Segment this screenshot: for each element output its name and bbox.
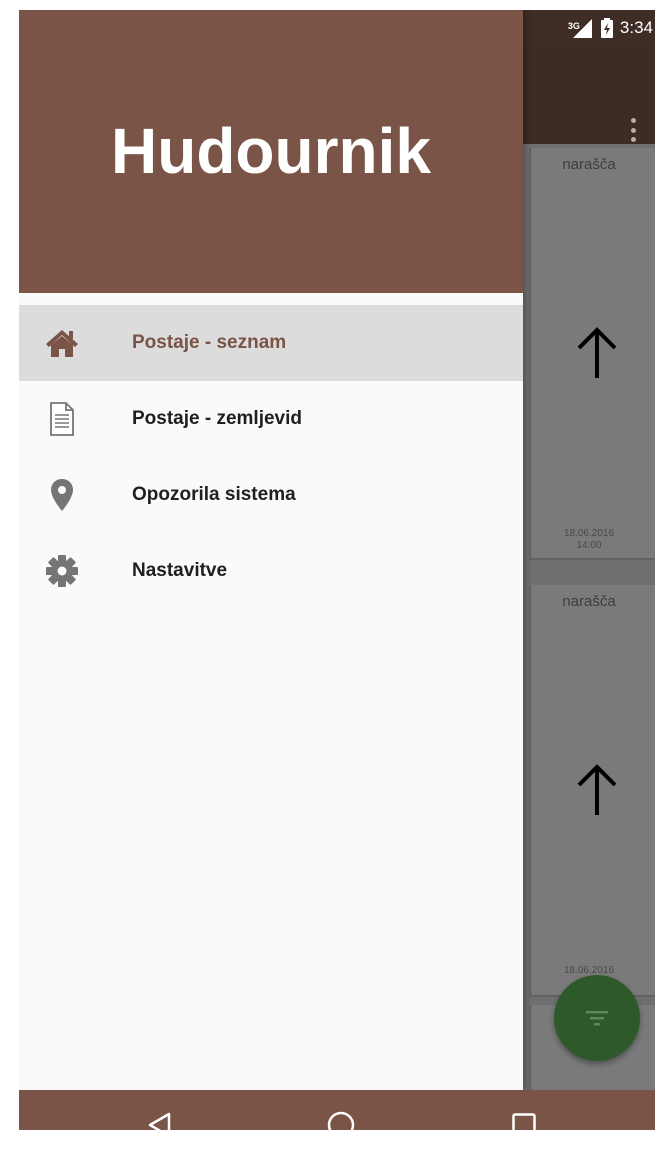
- station-card[interactable]: narašča 18.06.2016 14:00: [529, 148, 655, 560]
- home-icon: [45, 326, 79, 360]
- arrow-up-icon: [577, 327, 617, 378]
- battery-icon: [600, 18, 613, 38]
- arrow-up-icon: [577, 764, 617, 815]
- menu-item-station-list[interactable]: Postaje - seznam: [19, 305, 523, 381]
- document-icon: [45, 402, 79, 436]
- home-circle-icon: [327, 1111, 355, 1130]
- measurement-date: 18.06.2016: [563, 528, 615, 539]
- home-button[interactable]: [306, 1090, 376, 1130]
- menu-item-settings[interactable]: Nastavitve: [19, 533, 523, 609]
- trend-status: narašča: [562, 156, 616, 173]
- recents-icon: [512, 1113, 536, 1130]
- trend-status: narašča: [562, 593, 616, 610]
- system-navigation-bar: [19, 1090, 655, 1130]
- menu-item-label: Opozorila sistema: [132, 484, 296, 505]
- app-title: Hudournik: [111, 115, 431, 187]
- recents-button[interactable]: [489, 1090, 559, 1130]
- menu-item-label: Postaje - seznam: [132, 332, 287, 353]
- navigation-drawer: Hudournik Postaje - seznam Postaje - zem…: [19, 10, 523, 1090]
- menu-item-label: Nastavitve: [132, 560, 228, 581]
- signal-icon: 3G: [568, 17, 594, 39]
- measurement-time: 14:00: [576, 540, 602, 551]
- overflow-menu-icon[interactable]: [627, 112, 639, 148]
- menu-item-label: Postaje - zemljevid: [132, 408, 303, 429]
- filter-icon: [586, 1011, 608, 1026]
- gear-icon: [45, 554, 79, 588]
- back-icon: [148, 1112, 171, 1130]
- drawer-menu: Postaje - seznam Postaje - zemljevid Opo…: [19, 305, 523, 609]
- menu-item-station-map[interactable]: Postaje - zemljevid: [19, 381, 523, 457]
- menu-item-system-alerts[interactable]: Opozorila sistema: [19, 457, 523, 533]
- station-card[interactable]: narašča 18.06.2016: [529, 585, 655, 997]
- drawer-header: Hudournik: [19, 10, 523, 293]
- location-pin-icon: [45, 478, 79, 512]
- back-button[interactable]: [125, 1090, 195, 1130]
- clock: 3:34: [619, 18, 653, 37]
- filter-button[interactable]: [554, 975, 640, 1061]
- screen: narašča 18.06.2016 14:00 narašča 18.06.2…: [19, 10, 655, 1130]
